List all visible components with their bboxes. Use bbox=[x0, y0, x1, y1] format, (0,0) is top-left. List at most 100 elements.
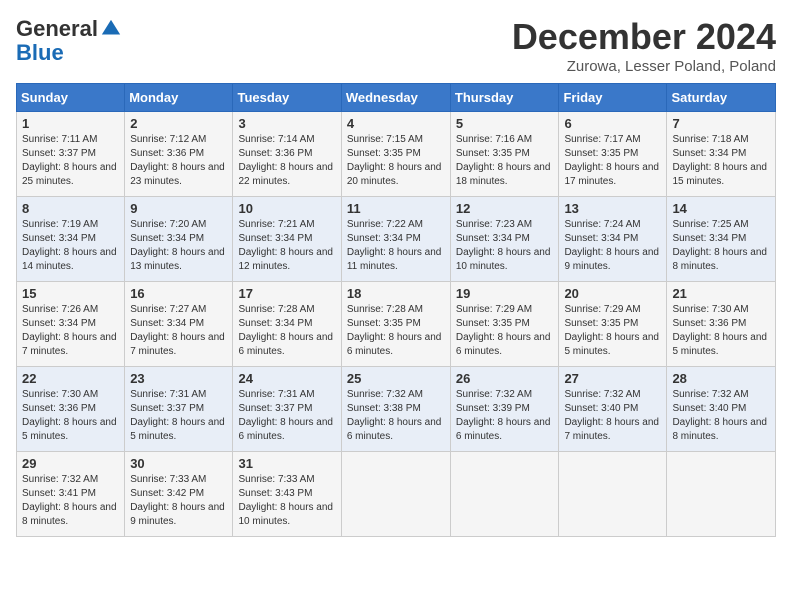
calendar-cell: 18 Sunrise: 7:28 AMSunset: 3:35 PMDayligh… bbox=[341, 282, 450, 367]
calendar-week-row: 29 Sunrise: 7:32 AMSunset: 3:41 PMDayligh… bbox=[17, 452, 776, 537]
logo-blue-text: Blue bbox=[16, 42, 64, 64]
calendar-week-row: 22 Sunrise: 7:30 AMSunset: 3:36 PMDayligh… bbox=[17, 367, 776, 452]
calendar-week-row: 15 Sunrise: 7:26 AMSunset: 3:34 PMDayligh… bbox=[17, 282, 776, 367]
calendar-week-row: 1Sunrise: 7:11 AMSunset: 3:37 PMDaylight… bbox=[17, 112, 776, 197]
calendar-cell: 20Sunrise: 7:29 AMSunset: 3:35 PMDayligh… bbox=[559, 282, 667, 367]
calendar-cell: 1Sunrise: 7:11 AMSunset: 3:37 PMDaylight… bbox=[17, 112, 125, 197]
day-number: 27 bbox=[564, 371, 661, 386]
weekday-header-row: SundayMondayTuesdayWednesdayThursdayFrid… bbox=[17, 84, 776, 112]
calendar-cell bbox=[667, 452, 776, 537]
month-title: December 2024 bbox=[512, 16, 776, 58]
day-info: Sunrise: 7:32 AMSunset: 3:40 PMDaylight:… bbox=[672, 388, 770, 444]
day-info: Sunrise: 7:14 AMSunset: 3:36 PMDaylight:… bbox=[238, 133, 335, 189]
day-info: Sunrise: 7:27 AMSunset: 3:34 PMDaylight:… bbox=[130, 303, 227, 359]
day-info: Sunrise: 7:16 AMSunset: 3:35 PMDaylight:… bbox=[456, 133, 554, 189]
day-info: Sunrise: 7:20 AMSunset: 3:34 PMDaylight:… bbox=[130, 218, 227, 274]
day-number: 16 bbox=[130, 286, 227, 301]
calendar-cell bbox=[559, 452, 667, 537]
calendar-cell: 2 Sunrise: 7:12 AMSunset: 3:36 PMDaylight… bbox=[125, 112, 233, 197]
calendar-cell: 21 Sunrise: 7:30 AMSunset: 3:36 PMDayligh… bbox=[667, 282, 776, 367]
calendar-cell: 9 Sunrise: 7:20 AMSunset: 3:34 PMDaylight… bbox=[125, 197, 233, 282]
day-number: 28 bbox=[672, 371, 770, 386]
day-info: Sunrise: 7:22 AMSunset: 3:34 PMDaylight:… bbox=[347, 218, 445, 274]
day-info: Sunrise: 7:32 AMSunset: 3:39 PMDaylight:… bbox=[456, 388, 554, 444]
day-number: 26 bbox=[456, 371, 554, 386]
day-info: Sunrise: 7:33 AMSunset: 3:42 PMDaylight:… bbox=[130, 473, 227, 529]
day-number: 21 bbox=[672, 286, 770, 301]
day-info: Sunrise: 7:31 AMSunset: 3:37 PMDaylight:… bbox=[130, 388, 227, 444]
day-number: 18 bbox=[347, 286, 445, 301]
calendar-cell bbox=[450, 452, 559, 537]
day-info: Sunrise: 7:30 AMSunset: 3:36 PMDaylight:… bbox=[672, 303, 770, 359]
weekday-header-friday: Friday bbox=[559, 84, 667, 112]
day-number: 29 bbox=[22, 456, 119, 471]
calendar-cell: 27 Sunrise: 7:32 AMSunset: 3:40 PMDayligh… bbox=[559, 367, 667, 452]
day-info: Sunrise: 7:32 AMSunset: 3:40 PMDaylight:… bbox=[564, 388, 661, 444]
day-number: 2 bbox=[130, 116, 227, 131]
calendar-cell: 6 Sunrise: 7:17 AMSunset: 3:35 PMDaylight… bbox=[559, 112, 667, 197]
day-info: Sunrise: 7:12 AMSunset: 3:36 PMDaylight:… bbox=[130, 133, 227, 189]
calendar-cell: 28 Sunrise: 7:32 AMSunset: 3:40 PMDayligh… bbox=[667, 367, 776, 452]
calendar-cell: 25 Sunrise: 7:32 AMSunset: 3:38 PMDayligh… bbox=[341, 367, 450, 452]
page-header: General Blue December 2024 Zurowa, Lesse… bbox=[16, 16, 776, 75]
day-info: Sunrise: 7:17 AMSunset: 3:35 PMDaylight:… bbox=[564, 133, 661, 189]
day-info: Sunrise: 7:31 AMSunset: 3:37 PMDaylight:… bbox=[238, 388, 335, 444]
day-number: 9 bbox=[130, 201, 227, 216]
day-number: 11 bbox=[347, 201, 445, 216]
calendar-cell: 11 Sunrise: 7:22 AMSunset: 3:34 PMDayligh… bbox=[341, 197, 450, 282]
calendar-cell: 23Sunrise: 7:31 AMSunset: 3:37 PMDayligh… bbox=[125, 367, 233, 452]
day-number: 13 bbox=[564, 201, 661, 216]
day-info: Sunrise: 7:32 AMSunset: 3:38 PMDaylight:… bbox=[347, 388, 445, 444]
day-number: 22 bbox=[22, 371, 119, 386]
day-number: 10 bbox=[238, 201, 335, 216]
day-info: Sunrise: 7:28 AMSunset: 3:35 PMDaylight:… bbox=[347, 303, 445, 359]
day-number: 6 bbox=[564, 116, 661, 131]
calendar-cell: 19Sunrise: 7:29 AMSunset: 3:35 PMDayligh… bbox=[450, 282, 559, 367]
calendar-cell: 17 Sunrise: 7:28 AMSunset: 3:34 PMDayligh… bbox=[233, 282, 341, 367]
day-number: 12 bbox=[456, 201, 554, 216]
day-number: 17 bbox=[238, 286, 335, 301]
calendar-cell: 3 Sunrise: 7:14 AMSunset: 3:36 PMDaylight… bbox=[233, 112, 341, 197]
calendar-cell: 12Sunrise: 7:23 AMSunset: 3:34 PMDayligh… bbox=[450, 197, 559, 282]
day-number: 15 bbox=[22, 286, 119, 301]
weekday-header-monday: Monday bbox=[125, 84, 233, 112]
day-info: Sunrise: 7:24 AMSunset: 3:34 PMDaylight:… bbox=[564, 218, 661, 274]
day-number: 31 bbox=[238, 456, 335, 471]
title-block: December 2024 Zurowa, Lesser Poland, Pol… bbox=[512, 16, 776, 75]
day-info: Sunrise: 7:30 AMSunset: 3:36 PMDaylight:… bbox=[22, 388, 119, 444]
day-info: Sunrise: 7:26 AMSunset: 3:34 PMDaylight:… bbox=[22, 303, 119, 359]
day-info: Sunrise: 7:18 AMSunset: 3:34 PMDaylight:… bbox=[672, 133, 770, 189]
calendar-cell: 10 Sunrise: 7:21 AMSunset: 3:34 PMDayligh… bbox=[233, 197, 341, 282]
calendar-cell: 31Sunrise: 7:33 AMSunset: 3:43 PMDayligh… bbox=[233, 452, 341, 537]
logo: General Blue bbox=[16, 16, 122, 64]
calendar-cell: 29 Sunrise: 7:32 AMSunset: 3:41 PMDayligh… bbox=[17, 452, 125, 537]
logo-general-text: General bbox=[16, 16, 98, 42]
calendar-cell: 24Sunrise: 7:31 AMSunset: 3:37 PMDayligh… bbox=[233, 367, 341, 452]
day-number: 7 bbox=[672, 116, 770, 131]
day-number: 20 bbox=[564, 286, 661, 301]
weekday-header-thursday: Thursday bbox=[450, 84, 559, 112]
day-info: Sunrise: 7:19 AMSunset: 3:34 PMDaylight:… bbox=[22, 218, 119, 274]
day-number: 25 bbox=[347, 371, 445, 386]
calendar-cell: 8 Sunrise: 7:19 AMSunset: 3:34 PMDaylight… bbox=[17, 197, 125, 282]
calendar-cell: 5 Sunrise: 7:16 AMSunset: 3:35 PMDaylight… bbox=[450, 112, 559, 197]
day-info: Sunrise: 7:28 AMSunset: 3:34 PMDaylight:… bbox=[238, 303, 335, 359]
calendar-cell: 30Sunrise: 7:33 AMSunset: 3:42 PMDayligh… bbox=[125, 452, 233, 537]
calendar-cell: 16 Sunrise: 7:27 AMSunset: 3:34 PMDayligh… bbox=[125, 282, 233, 367]
day-number: 3 bbox=[238, 116, 335, 131]
day-info: Sunrise: 7:21 AMSunset: 3:34 PMDaylight:… bbox=[238, 218, 335, 274]
weekday-header-tuesday: Tuesday bbox=[233, 84, 341, 112]
day-number: 1 bbox=[22, 116, 119, 131]
day-info: Sunrise: 7:29 AMSunset: 3:35 PMDaylight:… bbox=[456, 303, 554, 359]
calendar-cell: 13 Sunrise: 7:24 AMSunset: 3:34 PMDayligh… bbox=[559, 197, 667, 282]
day-number: 8 bbox=[22, 201, 119, 216]
calendar-cell: 26 Sunrise: 7:32 AMSunset: 3:39 PMDayligh… bbox=[450, 367, 559, 452]
calendar-week-row: 8 Sunrise: 7:19 AMSunset: 3:34 PMDaylight… bbox=[17, 197, 776, 282]
calendar-cell: 7 Sunrise: 7:18 AMSunset: 3:34 PMDaylight… bbox=[667, 112, 776, 197]
logo-icon bbox=[100, 18, 122, 40]
day-info: Sunrise: 7:32 AMSunset: 3:41 PMDaylight:… bbox=[22, 473, 119, 529]
day-number: 5 bbox=[456, 116, 554, 131]
calendar-cell bbox=[341, 452, 450, 537]
day-info: Sunrise: 7:15 AMSunset: 3:35 PMDaylight:… bbox=[347, 133, 445, 189]
calendar-cell: 15 Sunrise: 7:26 AMSunset: 3:34 PMDayligh… bbox=[17, 282, 125, 367]
